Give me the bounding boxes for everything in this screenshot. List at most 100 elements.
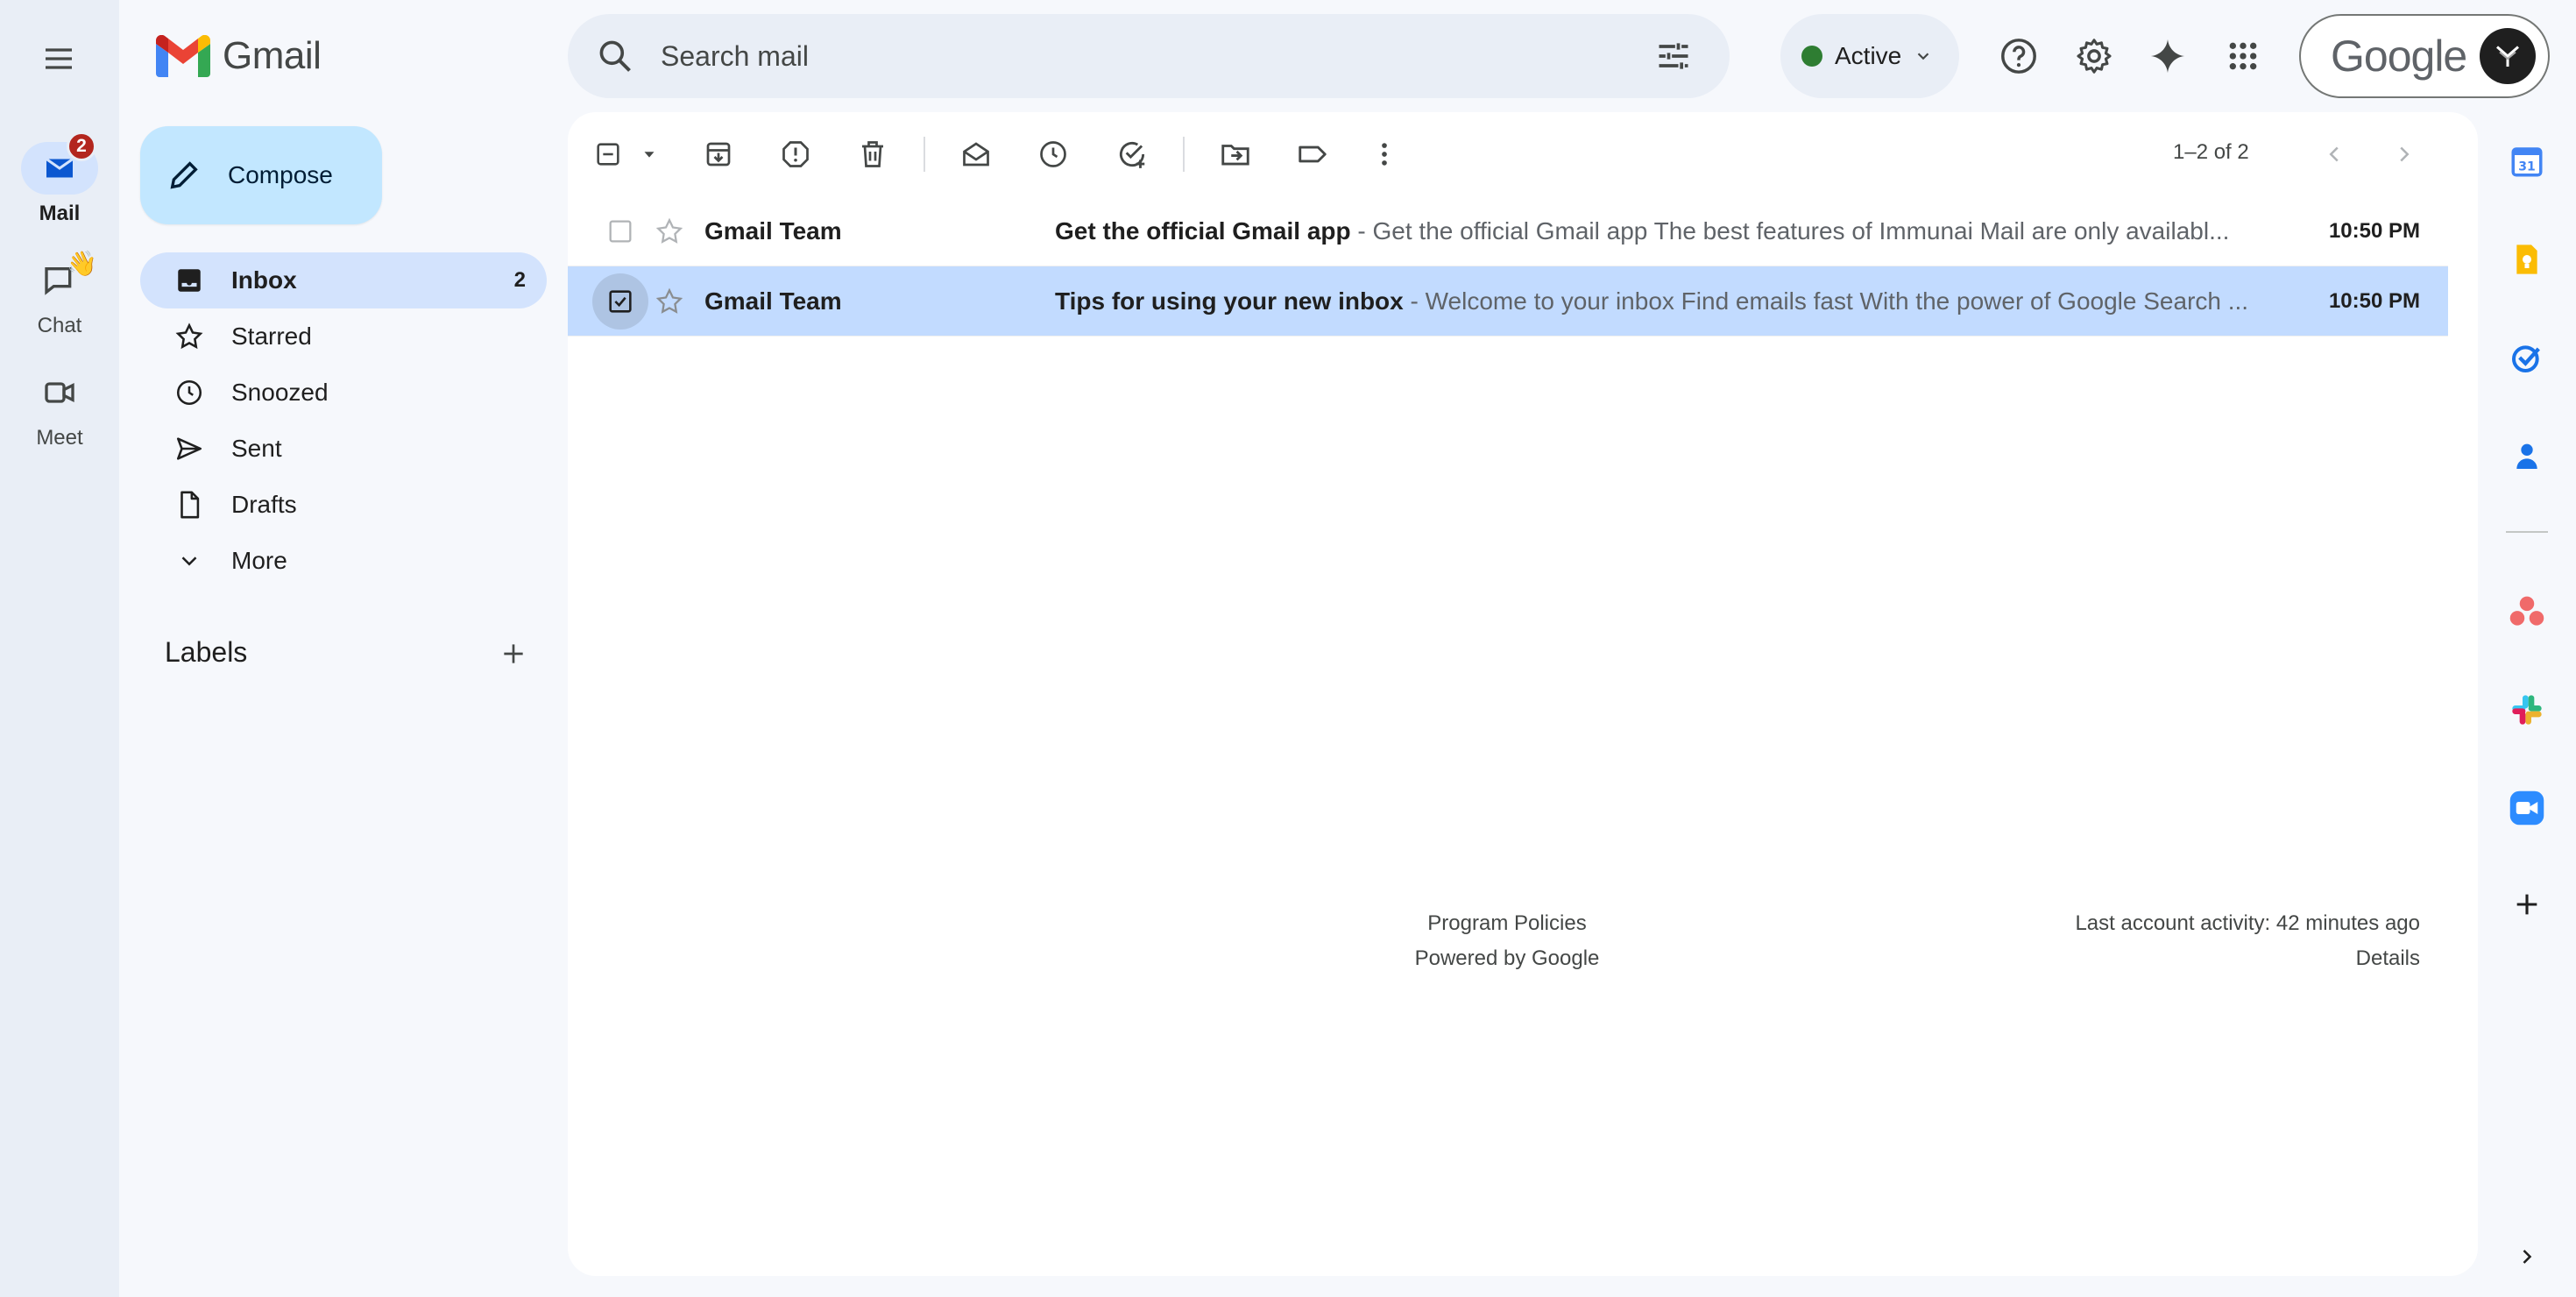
rail-item-label: Chat: [37, 314, 82, 337]
star-icon: [655, 287, 683, 314]
envelope-open-icon: [963, 142, 989, 167]
main-menu-button[interactable]: [30, 30, 88, 88]
status-selector[interactable]: Active: [1780, 14, 1959, 98]
nav-item-inbox[interactable]: Inbox 2: [140, 252, 547, 308]
checkbox-partial-icon: [597, 143, 619, 166]
support-button[interactable]: [1992, 30, 2045, 82]
select-all-checkbox[interactable]: [587, 128, 629, 181]
program-policies-link[interactable]: Program Policies: [1346, 906, 1668, 941]
row-star-button[interactable]: [650, 282, 689, 321]
send-icon: [176, 437, 202, 460]
labels-button[interactable]: [1286, 128, 1339, 181]
report-spam-button[interactable]: [769, 128, 822, 181]
email-time: 10:50 PM: [2328, 288, 2420, 313]
apps-grid-icon: [2229, 42, 2257, 70]
plus-icon: [2516, 894, 2537, 915]
gmail-logo[interactable]: Gmail: [156, 30, 322, 82]
newer-page-button[interactable]: [2308, 128, 2360, 181]
zoom-icon: [2509, 790, 2544, 826]
rail-item-meet[interactable]: Meet: [0, 366, 119, 450]
email-snippet: - Get the official Gmail app The best fe…: [1350, 216, 2230, 245]
add-task-icon: [1119, 141, 1145, 168]
get-addons-button[interactable]: [2502, 880, 2551, 929]
asana-icon: [2509, 596, 2544, 626]
nav-item-starred[interactable]: Starred: [140, 308, 547, 365]
select-dropdown[interactable]: [629, 128, 669, 181]
toolbar-divider: [924, 137, 925, 172]
older-page-button[interactable]: [2378, 128, 2431, 181]
chevron-down-icon: [1917, 53, 1929, 60]
tasks-icon: [2512, 345, 2540, 372]
zoom-addon[interactable]: [2502, 783, 2551, 833]
inbox-icon: [178, 269, 201, 292]
last-activity-text: Last account activity: 42 minutes ago: [2075, 911, 2420, 935]
more-actions-button[interactable]: [1358, 128, 1411, 181]
slack-addon[interactable]: [2502, 685, 2551, 734]
wave-emoji-icon: 👋: [67, 250, 97, 277]
compose-button[interactable]: Compose: [140, 126, 382, 224]
powered-by-text: Powered by Google: [1414, 946, 1600, 970]
nav-label: Starred: [231, 322, 312, 350]
email-preview: Get the official Gmail app - Get the off…: [1055, 217, 2273, 245]
video-icon: [45, 382, 74, 403]
email-sender: Gmail Team: [704, 216, 842, 245]
calendar-addon[interactable]: 31: [2502, 137, 2551, 186]
rail-item-mail[interactable]: 2 Mail: [0, 131, 119, 226]
search-bar[interactable]: Search mail: [568, 14, 1730, 98]
settings-button[interactable]: [2068, 30, 2120, 82]
contacts-addon[interactable]: [2502, 431, 2551, 480]
snooze-button[interactable]: [1027, 128, 1079, 181]
sparkle-icon: [2150, 39, 2185, 74]
email-row[interactable]: Gmail Team Tips for using your new inbox…: [568, 266, 2448, 337]
row-checkbox[interactable]: [592, 273, 648, 330]
svg-text:31: 31: [2518, 160, 2535, 174]
gemini-button[interactable]: [2141, 30, 2194, 82]
search-icon[interactable]: [596, 37, 634, 75]
row-checkbox[interactable]: [592, 203, 648, 259]
account-button[interactable]: Google: [2299, 14, 2550, 98]
create-label-button[interactable]: [492, 633, 534, 675]
row-star-button[interactable]: [650, 212, 689, 251]
nav-item-more[interactable]: More: [140, 533, 547, 589]
contacts-icon: [2516, 443, 2537, 469]
rail-item-label: Mail: [39, 202, 81, 225]
nav-item-drafts[interactable]: Drafts: [140, 477, 547, 533]
pencil-icon: [170, 161, 198, 189]
labels-heading: Labels: [165, 636, 248, 668]
account-activity: Last account activity: 42 minutes ago De…: [2015, 906, 2420, 976]
label-icon: [1299, 145, 1327, 163]
show-side-panel-button[interactable]: [2502, 1232, 2551, 1281]
apps-button[interactable]: [2217, 30, 2269, 82]
hamburger-icon: [46, 48, 72, 69]
rail-item-chat[interactable]: 👋 Chat: [0, 250, 119, 338]
help-icon: [2001, 39, 2036, 74]
tasks-addon[interactable]: [2502, 333, 2551, 382]
mark-as-read-button[interactable]: [950, 128, 1002, 181]
nav-label: More: [231, 547, 287, 574]
gear-icon: [2077, 39, 2112, 74]
nav-label: Drafts: [231, 491, 297, 518]
email-row[interactable]: Gmail Team Get the official Gmail app - …: [568, 196, 2448, 266]
checkbox-icon: [609, 220, 632, 242]
unread-count: 2: [513, 268, 526, 292]
keep-addon[interactable]: [2502, 235, 2551, 284]
details-link[interactable]: Details: [2015, 941, 2420, 976]
nav-item-sent[interactable]: Sent: [140, 421, 547, 477]
email-time: 10:50 PM: [2328, 218, 2420, 243]
chevron-right-icon: [2523, 1250, 2532, 1264]
clock-icon: [1040, 141, 1066, 167]
star-icon: [655, 217, 683, 244]
nav-item-snoozed[interactable]: Snoozed: [140, 365, 547, 421]
tune-icon: [1659, 43, 1688, 69]
spam-icon: [782, 141, 809, 167]
move-to-button[interactable]: [1209, 128, 1262, 181]
asana-addon[interactable]: [2502, 587, 2551, 636]
archive-button[interactable]: [692, 128, 745, 181]
search-options-button[interactable]: [1652, 35, 1695, 77]
nav-label: Snoozed: [231, 379, 329, 406]
delete-button[interactable]: [846, 128, 899, 181]
search-input[interactable]: Search mail: [661, 40, 1652, 73]
email-snippet: - Welcome to your inbox Find emails fast…: [1403, 287, 2249, 315]
draft-icon: [180, 491, 200, 519]
add-to-tasks-button[interactable]: [1106, 128, 1158, 181]
